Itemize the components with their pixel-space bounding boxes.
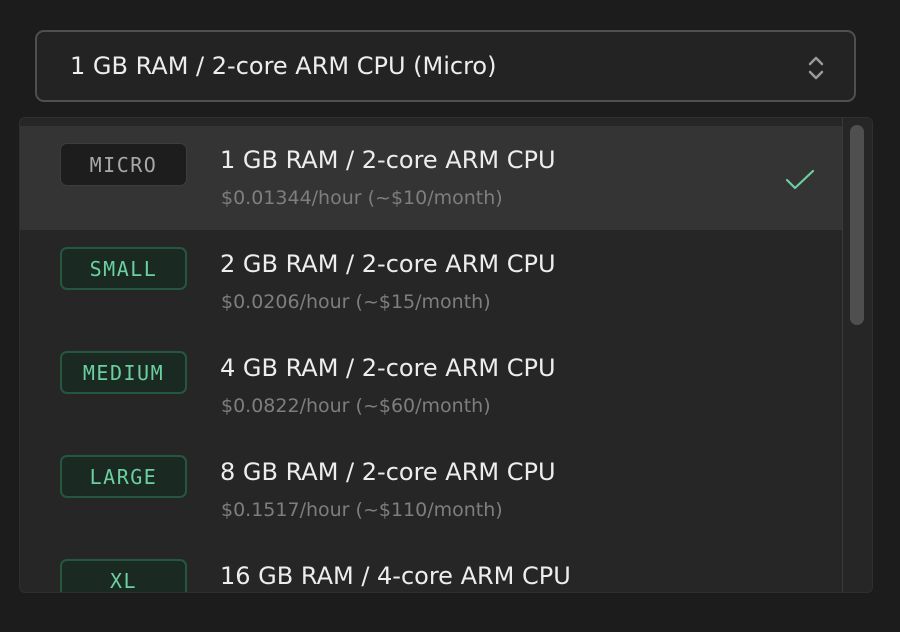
option-title: 1 GB RAM / 2-core ARM CPU — [220, 146, 556, 174]
option-price: $0.0206/hour (~$15/month) — [221, 291, 491, 313]
size-badge: XL — [60, 559, 187, 592]
option-title: 2 GB RAM / 2-core ARM CPU — [220, 250, 556, 278]
option-title: 16 GB RAM / 4-core ARM CPU — [220, 562, 571, 590]
option-title: 4 GB RAM / 2-core ARM CPU — [220, 354, 556, 382]
scrollbar-thumb[interactable] — [850, 125, 864, 325]
size-badge: LARGE — [60, 455, 187, 498]
option-xl[interactable]: XL 16 GB RAM / 4-core ARM CPU — [20, 542, 844, 592]
chevron-up-down-icon — [808, 56, 824, 80]
option-small[interactable]: SMALL 2 GB RAM / 2-core ARM CPU $0.0206/… — [20, 230, 844, 334]
size-badge: MEDIUM — [60, 351, 187, 394]
options-list: MICRO 1 GB RAM / 2-core ARM CPU $0.01344… — [20, 126, 844, 592]
scrollbar-track[interactable] — [842, 118, 872, 592]
option-title: 8 GB RAM / 2-core ARM CPU — [220, 458, 556, 486]
option-price: $0.0822/hour (~$60/month) — [221, 395, 491, 417]
option-price: $0.01344/hour (~$10/month) — [221, 187, 503, 209]
check-icon — [785, 169, 815, 190]
size-badge: SMALL — [60, 247, 187, 290]
option-price: $0.1517/hour (~$110/month) — [221, 499, 503, 521]
size-badge: MICRO — [60, 143, 187, 186]
option-micro[interactable]: MICRO 1 GB RAM / 2-core ARM CPU $0.01344… — [20, 126, 844, 230]
option-medium[interactable]: MEDIUM 4 GB RAM / 2-core ARM CPU $0.0822… — [20, 334, 844, 438]
option-large[interactable]: LARGE 8 GB RAM / 2-core ARM CPU $0.1517/… — [20, 438, 844, 542]
compute-size-dropdown: MICRO 1 GB RAM / 2-core ARM CPU $0.01344… — [19, 117, 873, 593]
select-value: 1 GB RAM / 2-core ARM CPU (Micro) — [70, 52, 497, 80]
compute-size-select[interactable]: 1 GB RAM / 2-core ARM CPU (Micro) — [35, 30, 856, 102]
